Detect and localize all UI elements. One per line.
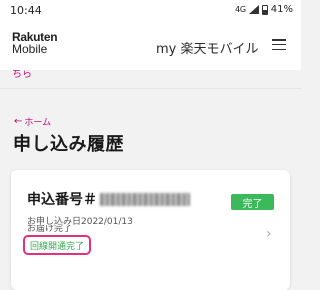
battery-icon [261,4,268,15]
rakuten-mobile-logo[interactable]: Rakuten Mobile [12,31,58,56]
line-activation-status: 回線開通完了 [23,235,92,255]
logo-line-2: Mobile [12,42,48,56]
signal-icon [248,5,259,14]
status-badge: 完了 [231,194,274,210]
my-rakuten-link[interactable]: my 楽天モバイル [156,38,259,57]
line-activation-label: 回線開通完了 [30,241,85,252]
hamburger-menu-icon[interactable] [272,39,286,51]
battery-percent: 41% [270,4,293,15]
page-title: 申し込み履歴 [13,134,124,155]
masked-number [100,192,190,206]
status-time: 10:44 [10,4,42,17]
application-number-label: 申込番号＃ [27,192,97,208]
chevron-right-icon[interactable]: › [266,226,272,242]
application-card[interactable]: 申込番号＃ 完了 お申し込み日2022/01/13 お届け完了 回線開通完了 › [11,170,290,290]
breadcrumb[interactable]: ← ホーム [14,115,51,128]
network-type: 4G [235,5,246,14]
app-header: Rakuten Mobile my 楽天モバイル [0,20,301,70]
application-number: 申込番号＃ [27,189,190,209]
back-arrow-icon: ← [14,116,23,127]
main-content: ちら ← ホーム 申し込み履歴 申込番号＃ 完了 お申し込み日2022/01/1… [0,70,301,290]
breadcrumb-home: ホーム [24,118,52,128]
status-icons: 4G 41% [235,4,293,15]
delivery-status: お届け完了 [27,225,73,233]
partial-link[interactable]: ちら [12,70,32,82]
status-bar: 10:44 4G 41% [0,0,301,20]
divider [0,88,301,89]
